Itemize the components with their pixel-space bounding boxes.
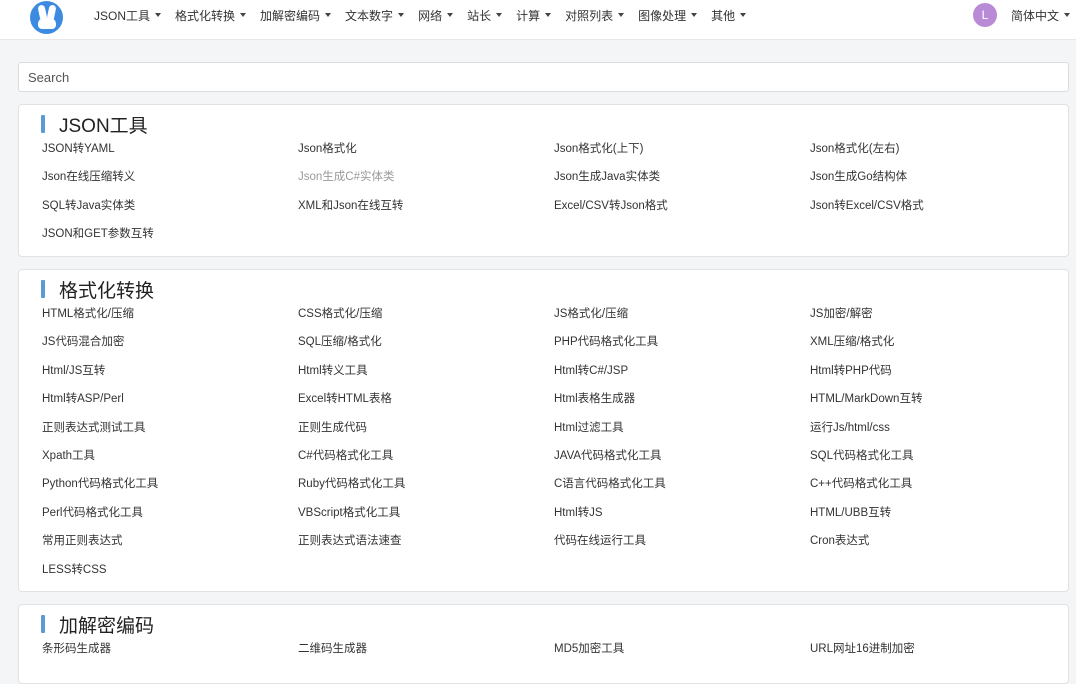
tool-link[interactable]: 二维码生成器 <box>298 641 554 669</box>
tool-link[interactable]: JSON转YAML <box>42 141 298 169</box>
section-title: JSON工具 <box>41 113 148 137</box>
tool-link[interactable]: Json格式化(左右) <box>810 141 1054 169</box>
tool-link[interactable]: Cron表达式 <box>810 533 1054 561</box>
tool-link[interactable]: LESS转CSS <box>42 562 298 590</box>
tool-link[interactable]: HTML/MarkDown互转 <box>810 391 1054 419</box>
caret-down-icon <box>325 13 332 17</box>
caret-down-icon <box>447 13 454 17</box>
caret-down-icon <box>691 13 698 17</box>
tool-link[interactable]: Json格式化(上下) <box>554 141 810 169</box>
section-json-tools: JSON工具 JSON转YAML Json格式化 Json格式化(上下) Json格式… <box>18 104 1069 257</box>
caret-down-icon <box>618 13 625 17</box>
tool-link[interactable]: JSON和GET参数互转 <box>42 226 298 254</box>
tool-link[interactable]: PHP代码格式化工具 <box>554 334 810 362</box>
nav-image-processing[interactable]: 图像处理 <box>638 7 698 24</box>
language-selector[interactable]: 简体中文 <box>1011 0 1071 30</box>
tool-link[interactable]: SQL转Java实体类 <box>42 198 298 226</box>
tool-link[interactable]: Json生成C#实体类 <box>298 169 554 197</box>
tool-link[interactable]: JS格式化/压缩 <box>554 306 810 334</box>
tool-link[interactable]: MD5加密工具 <box>554 641 810 669</box>
tool-link[interactable]: XML和Json在线互转 <box>298 198 554 226</box>
section-title: 格式化转换 <box>41 278 154 302</box>
tool-link[interactable]: JAVA代码格式化工具 <box>554 448 810 476</box>
caret-down-icon <box>155 13 162 17</box>
nav-json-tools[interactable]: JSON工具 <box>94 7 162 24</box>
tool-link[interactable]: 正则表达式测试工具 <box>42 420 298 448</box>
tool-grid: JSON转YAML Json格式化 Json格式化(上下) Json格式化(左右) Js… <box>42 141 1054 255</box>
caret-down-icon <box>240 13 247 17</box>
tool-link[interactable]: 正则生成代码 <box>298 420 554 448</box>
main-menu: JSON工具 格式化转换 加解密编码 文本数字 网络 站长 计算 对照列表 图像… <box>94 0 760 30</box>
tool-link[interactable]: C++代码格式化工具 <box>810 476 1054 504</box>
tool-link[interactable]: Html转ASP/Perl <box>42 391 298 419</box>
tool-link[interactable]: Html转义工具 <box>298 363 554 391</box>
tool-link[interactable]: Json生成Java实体类 <box>554 169 810 197</box>
top-navbar: JSON工具 格式化转换 加解密编码 文本数字 网络 站长 计算 对照列表 图像… <box>0 0 1076 40</box>
caret-down-icon <box>545 13 552 17</box>
tool-link[interactable]: HTML格式化/压缩 <box>42 306 298 334</box>
tool-link[interactable]: Html表格生成器 <box>554 391 810 419</box>
tool-link[interactable]: XML压缩/格式化 <box>810 334 1054 362</box>
tool-link[interactable]: Json转Excel/CSV格式 <box>810 198 1054 226</box>
tool-link[interactable]: 常用正则表达式 <box>42 533 298 561</box>
caret-down-icon <box>1064 13 1071 17</box>
tool-link[interactable]: Excel/CSV转Json格式 <box>554 198 810 226</box>
tool-grid: HTML格式化/压缩 CSS格式化/压缩 JS格式化/压缩 JS加密/解密 JS代码混合… <box>42 306 1054 590</box>
tool-link[interactable]: JS代码混合加密 <box>42 334 298 362</box>
nav-text-number[interactable]: 文本数字 <box>345 7 405 24</box>
tool-link[interactable]: Html转C#/JSP <box>554 363 810 391</box>
nav-webmaster[interactable]: 站长 <box>467 7 503 24</box>
tool-link[interactable]: VBScript格式化工具 <box>298 505 554 533</box>
tool-link[interactable]: JS加密/解密 <box>810 306 1054 334</box>
tool-grid: 条形码生成器 二维码生成器 MD5加密工具 URL网址16进制加密 <box>42 641 1054 669</box>
nav-network[interactable]: 网络 <box>418 7 454 24</box>
title-accent-bar <box>41 615 45 633</box>
tool-link[interactable]: CSS格式化/压缩 <box>298 306 554 334</box>
tool-link[interactable]: SQL代码格式化工具 <box>810 448 1054 476</box>
tool-link[interactable]: Json生成Go结构体 <box>810 169 1054 197</box>
rabbit-logo-icon[interactable] <box>30 1 63 34</box>
tool-link[interactable]: 条形码生成器 <box>42 641 298 669</box>
tool-link[interactable]: Html转PHP代码 <box>810 363 1054 391</box>
tool-link[interactable]: HTML/UBB互转 <box>810 505 1054 533</box>
user-avatar[interactable]: L <box>973 3 997 27</box>
title-accent-bar <box>41 115 45 133</box>
tool-link[interactable]: Excel转HTML表格 <box>298 391 554 419</box>
tool-link[interactable]: Python代码格式化工具 <box>42 476 298 504</box>
tool-link[interactable]: 代码在线运行工具 <box>554 533 810 561</box>
section-title: 加解密编码 <box>41 613 154 637</box>
tool-link[interactable]: Html转JS <box>554 505 810 533</box>
tool-link[interactable]: C#代码格式化工具 <box>298 448 554 476</box>
tool-link[interactable]: C语言代码格式化工具 <box>554 476 810 504</box>
tool-link[interactable]: Json在线压缩转义 <box>42 169 298 197</box>
search-input[interactable] <box>18 62 1069 92</box>
tool-link[interactable]: SQL压缩/格式化 <box>298 334 554 362</box>
caret-down-icon <box>496 13 503 17</box>
tool-link[interactable]: Json格式化 <box>298 141 554 169</box>
tool-link[interactable]: Perl代码格式化工具 <box>42 505 298 533</box>
nav-reference-lists[interactable]: 对照列表 <box>565 7 625 24</box>
tool-link[interactable]: URL网址16进制加密 <box>810 641 1054 669</box>
section-format-convert: 格式化转换 HTML格式化/压缩 CSS格式化/压缩 JS格式化/压缩 JS加密/解密… <box>18 269 1069 592</box>
nav-calculate[interactable]: 计算 <box>516 7 552 24</box>
title-accent-bar <box>41 280 45 298</box>
tool-link[interactable]: 正则表达式语法速查 <box>298 533 554 561</box>
section-encrypt-encode: 加解密编码 条形码生成器 二维码生成器 MD5加密工具 URL网址16进制加密 <box>18 604 1069 684</box>
tool-link[interactable]: Html过滤工具 <box>554 420 810 448</box>
tool-link[interactable]: Xpath工具 <box>42 448 298 476</box>
nav-other[interactable]: 其他 <box>711 7 747 24</box>
caret-down-icon <box>398 13 405 17</box>
nav-format-convert[interactable]: 格式化转换 <box>175 7 247 24</box>
tool-link[interactable]: Ruby代码格式化工具 <box>298 476 554 504</box>
nav-encrypt-encode[interactable]: 加解密编码 <box>260 7 332 24</box>
caret-down-icon <box>740 13 747 17</box>
tool-link[interactable]: 运行Js/html/css <box>810 420 1054 448</box>
tool-link[interactable]: Html/JS互转 <box>42 363 298 391</box>
